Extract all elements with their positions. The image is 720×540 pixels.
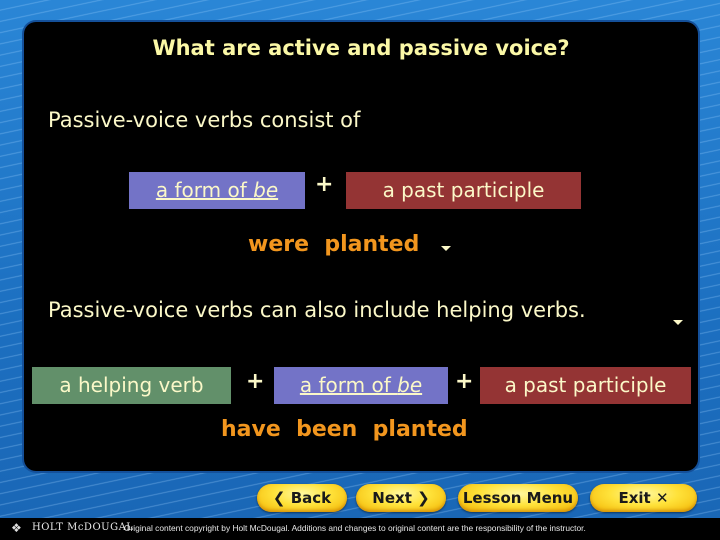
example-have-been-planted: have been planted xyxy=(221,417,468,442)
advance-arrow-icon[interactable] xyxy=(673,320,683,325)
chevron-right-icon: ❯ xyxy=(417,489,430,507)
example-were-planted: were planted xyxy=(248,232,420,257)
lesson-menu-button[interactable]: Lesson Menu xyxy=(458,484,578,512)
past-participle-box: a past participle xyxy=(346,172,581,209)
next-button[interactable]: Next ❯ xyxy=(356,484,446,512)
helping-verb-box: a helping verb xyxy=(32,367,231,404)
next-label: Next xyxy=(372,489,412,507)
holt-mcdougal-logo-icon: ❖ xyxy=(11,521,22,535)
form-of-be-link[interactable]: a form of be xyxy=(156,178,278,202)
close-icon: ✕ xyxy=(655,489,669,507)
be-italic: be xyxy=(253,178,279,202)
form-of-be-link[interactable]: a form of be xyxy=(300,373,422,397)
plus-sign: + xyxy=(246,369,265,394)
form-of-be-text: a form of xyxy=(299,373,398,397)
chevron-left-icon: ❮ xyxy=(272,489,286,507)
lesson-menu-label: Lesson Menu xyxy=(462,489,574,507)
brand-logo-text: HOLT McDOUGAL xyxy=(32,522,134,533)
slide-title: What are active and passive voice? xyxy=(152,36,570,60)
advance-arrow-icon[interactable] xyxy=(441,246,451,251)
footer-bar: ❖ HOLT McDOUGAL Original content copyrig… xyxy=(0,518,720,540)
slide-panel: What are active and passive voice? Passi… xyxy=(24,22,698,471)
plus-sign: + xyxy=(455,369,474,394)
exit-label: Exit xyxy=(618,489,651,507)
back-label: Back xyxy=(290,489,332,507)
form-of-be-text: a form of xyxy=(155,178,254,202)
past-participle-box: a past participle xyxy=(480,367,691,404)
back-button[interactable]: ❮ Back xyxy=(257,484,347,512)
form-of-be-box[interactable]: a form of be xyxy=(129,172,305,209)
helping-verbs-text: Passive-voice verbs can also include hel… xyxy=(48,298,586,322)
intro-text: Passive-voice verbs consist of xyxy=(48,108,361,132)
copyright-notice: Original content copyright by Holt McDou… xyxy=(124,523,586,533)
be-italic: be xyxy=(397,373,423,397)
form-of-be-box[interactable]: a form of be xyxy=(274,367,448,404)
exit-button[interactable]: Exit ✕ xyxy=(590,484,697,512)
plus-sign: + xyxy=(315,172,334,197)
